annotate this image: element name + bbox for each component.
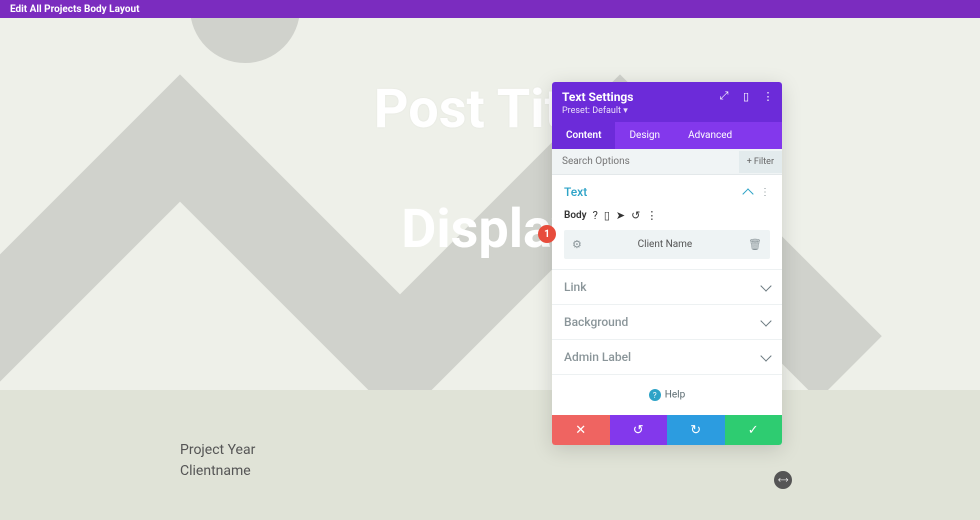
body-row: Body ? ▯ ➤ ↺ ⋮	[564, 209, 770, 222]
top-bar-title: Edit All Projects Body Layout	[10, 4, 139, 15]
chevron-up-icon	[742, 188, 753, 199]
expand-icon[interactable]: ⤢	[718, 90, 730, 102]
section-background-title: Background	[564, 315, 628, 329]
confirm-button[interactable]: ✓	[725, 415, 783, 445]
help-icon[interactable]: ?	[593, 209, 598, 222]
body-content-field[interactable]: ⚙ Client Name 🗑	[564, 230, 770, 259]
body-label: Body	[564, 210, 587, 221]
help-badge-icon: ?	[649, 389, 661, 401]
tab-design[interactable]: Design	[615, 122, 674, 149]
section-more-icon[interactable]: ⋮	[760, 187, 770, 198]
trash-icon[interactable]: 🗑	[748, 238, 762, 251]
undo-button[interactable]: ↺	[610, 415, 668, 445]
panel-tabs: Content Design Advanced	[552, 122, 782, 149]
section-text: Text ⋮ Body ? ▯ ➤ ↺ ⋮ ⚙ Client Name 🗑	[552, 175, 782, 270]
panel-header[interactable]: Text Settings Preset: Default ▾ ⤢ ▯ ⋮	[552, 82, 782, 122]
tablet-icon[interactable]: ▯	[604, 209, 610, 222]
meta-client: Clientname	[180, 461, 255, 482]
section-background[interactable]: Background	[552, 305, 782, 340]
project-meta: Project Year Clientname	[180, 440, 255, 482]
section-admin-label[interactable]: Admin Label	[552, 340, 782, 375]
chevron-down-icon	[760, 280, 771, 291]
plus-icon: +	[747, 157, 752, 167]
section-link-title: Link	[564, 280, 586, 294]
cursor-icon[interactable]: ➤	[616, 209, 625, 222]
tab-content[interactable]: Content	[552, 122, 615, 149]
search-row: +Filter	[552, 149, 782, 175]
floating-expand-icon[interactable]: ⤢	[770, 467, 795, 492]
redo-button[interactable]: ↻	[667, 415, 725, 445]
chevron-down-icon	[760, 350, 771, 361]
section-admin-title: Admin Label	[564, 350, 631, 364]
filter-button[interactable]: +Filter	[739, 151, 782, 173]
delete-button[interactable]: ✕	[552, 415, 610, 445]
chevron-down-icon	[760, 315, 771, 326]
more-icon[interactable]: ⋮	[646, 209, 657, 222]
panel-preset[interactable]: Preset: Default ▾	[562, 106, 772, 116]
columns-icon[interactable]: ▯	[740, 90, 752, 102]
section-text-title: Text	[564, 185, 587, 199]
top-bar: Edit All Projects Body Layout	[0, 0, 980, 18]
text-settings-panel: Text Settings Preset: Default ▾ ⤢ ▯ ⋮ Co…	[552, 82, 782, 445]
meta-year: Project Year	[180, 440, 255, 461]
search-input[interactable]	[552, 149, 739, 174]
section-text-header[interactable]: Text ⋮	[564, 185, 770, 199]
tab-advanced[interactable]: Advanced	[674, 122, 746, 149]
panel-footer: ✕ ↺ ↻ ✓	[552, 415, 782, 445]
section-link[interactable]: Link	[552, 270, 782, 305]
body-content-value: Client Name	[582, 239, 748, 250]
step-badge-1: 1	[538, 225, 556, 243]
help-row[interactable]: ?Help	[552, 375, 782, 415]
hero-area: Post Title Display	[0, 18, 980, 390]
more-icon[interactable]: ⋮	[762, 90, 774, 102]
undo-icon[interactable]: ↺	[631, 209, 640, 222]
gear-icon[interactable]: ⚙	[572, 238, 582, 251]
